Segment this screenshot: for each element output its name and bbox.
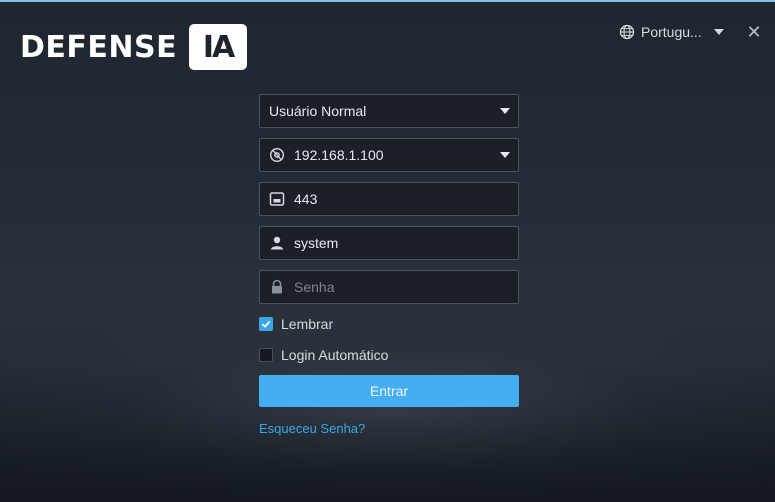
globe-icon xyxy=(619,24,635,40)
chevron-down-icon xyxy=(500,152,510,158)
password-placeholder: Senha xyxy=(294,279,335,295)
chevron-down-icon xyxy=(500,108,510,114)
user-icon xyxy=(269,235,285,251)
forgot-password-link[interactable]: Esqueceu Senha? xyxy=(259,421,365,436)
network-icon xyxy=(269,147,285,163)
login-button[interactable]: Entrar xyxy=(259,375,519,407)
language-selector[interactable]: Portugu... xyxy=(619,24,724,40)
server-address-select[interactable]: 192.168.1.100 xyxy=(259,138,519,172)
remember-label: Lembrar xyxy=(281,316,334,332)
brand-name: DEFENSE xyxy=(20,29,178,65)
user-type-select[interactable]: Usuário Normal xyxy=(259,94,519,128)
auto-login-label: Login Automático xyxy=(281,347,389,363)
username-value: system xyxy=(294,235,339,251)
language-label: Portugu... xyxy=(641,24,702,40)
login-window: DEFENSE IA Portugu... ✕ Usuário Normal 1… xyxy=(0,0,775,502)
close-button[interactable]: ✕ xyxy=(745,23,763,41)
lock-icon xyxy=(269,279,285,295)
checkbox-unchecked-icon xyxy=(259,348,273,362)
port-value: 443 xyxy=(294,191,318,207)
port-icon xyxy=(269,191,285,207)
user-type-value: Usuário Normal xyxy=(269,103,367,119)
brand-logo: DEFENSE IA xyxy=(20,24,248,70)
auto-login-checkbox[interactable]: Login Automático xyxy=(259,347,388,363)
remember-checkbox[interactable]: Lembrar xyxy=(259,316,333,332)
brand-badge: IA xyxy=(189,24,248,70)
checkbox-checked-icon xyxy=(259,317,273,331)
password-field[interactable]: Senha xyxy=(259,270,519,304)
server-address-value: 192.168.1.100 xyxy=(294,147,384,163)
username-field[interactable]: system xyxy=(259,226,519,260)
port-field[interactable]: 443 xyxy=(259,182,519,216)
chevron-down-icon xyxy=(713,29,724,35)
